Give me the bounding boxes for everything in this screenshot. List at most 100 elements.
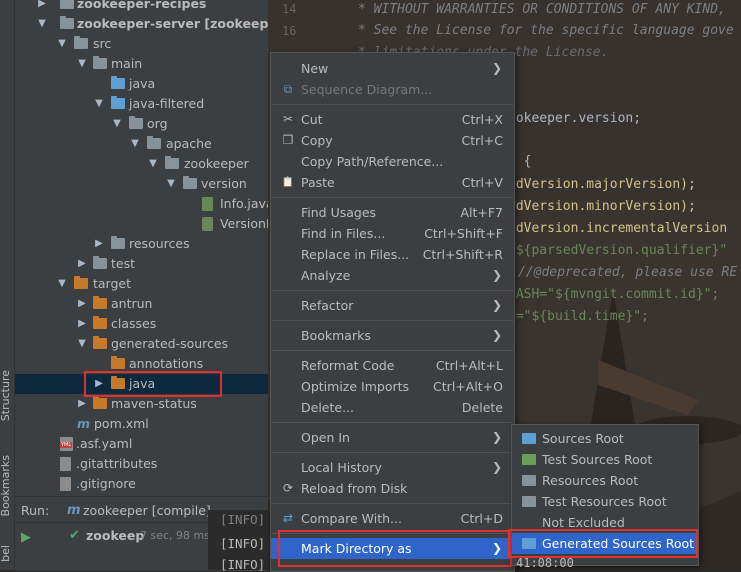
code-line: HASH="${mvngit.commit.id}"; <box>508 287 720 302</box>
chevron-down-icon[interactable]: ▼ <box>57 34 67 54</box>
submenu-item-resources-root[interactable]: Resources Root <box>512 470 698 491</box>
chevron-down-icon[interactable]: ▼ <box>130 134 140 154</box>
tree-item-label: .asf.yaml <box>76 436 133 451</box>
tree-item-info-java[interactable]: Info.java <box>15 194 268 214</box>
chevron-right-icon[interactable]: ▶ <box>77 254 87 274</box>
tree-item-label: zookeeper-recipes <box>77 0 207 11</box>
run-task-name[interactable]: zookeep <box>86 528 144 543</box>
tree-item-zookeeper-server[interactable]: ▼ zookeeper-server [zookeeper] <box>15 14 268 34</box>
tree-item-src[interactable]: ▼ src <box>15 34 268 54</box>
menu-item-analyze[interactable]: Analyze ❯ <box>271 265 514 286</box>
structure-tab[interactable]: Structure <box>0 370 12 421</box>
tree-item-gitattributes[interactable]: .gitattributes <box>15 454 268 474</box>
menu-item-new[interactable]: New ❯ <box>271 58 514 79</box>
clipboard-icon: 📋 <box>281 177 295 188</box>
menu-item-delete[interactable]: Delete... Delete <box>271 397 514 418</box>
tree-item-zookeeper-package[interactable]: ▼ zookeeper <box>15 154 268 174</box>
menu-item-reload-from-disk[interactable]: ⟳ Reload from Disk <box>271 478 514 499</box>
run-tab-label[interactable]: zookeeper [compile] <box>83 503 211 518</box>
bookmarks-tab[interactable]: Bookmarks <box>0 455 12 516</box>
tree-item-org[interactable]: ▼ org <box>15 114 268 134</box>
tree-item-test[interactable]: ▶ test <box>15 254 268 274</box>
submenu-item-test-resources-root[interactable]: Test Resources Root <box>512 491 698 512</box>
menu-item-label: Local History <box>301 460 382 475</box>
chevron-right-icon[interactable]: ▶ <box>37 0 47 14</box>
tree-item-version[interactable]: ▼ version <box>15 174 268 194</box>
tree-item-java-filtered[interactable]: ▼ java-filtered <box>15 94 268 114</box>
test-resources-root-icon <box>522 496 536 507</box>
menu-item-label: Copy Path/Reference... <box>301 154 444 169</box>
copy-icon: ❐ <box>282 133 294 147</box>
menu-item-local-history[interactable]: Local History ❯ <box>271 457 514 478</box>
tree-item-label: maven-status <box>111 396 197 411</box>
menu-item-label: Reload from Disk <box>301 481 408 496</box>
tree-item-asf-yaml[interactable]: YML .asf.yaml <box>15 434 268 454</box>
menu-item-open-in[interactable]: Open In ❯ <box>271 427 514 448</box>
tree-item-maven-status[interactable]: ▶ maven-status <box>15 394 268 414</box>
tree-item-label: target <box>93 276 132 291</box>
console-timestamp: 41:08:00 <box>516 556 574 570</box>
menu-item-sequence-diagram: ⧉ Sequence Diagram... <box>271 79 514 100</box>
tree-item-generated-sources[interactable]: ▼ generated-sources <box>15 334 268 354</box>
tree-item-label: classes <box>111 316 157 331</box>
excluded-folder-icon <box>74 276 88 289</box>
chevron-right-icon[interactable]: ▶ <box>94 234 104 254</box>
menu-item-refactor[interactable]: Refactor ❯ <box>271 295 514 316</box>
tree-item-classes[interactable]: ▶ classes <box>15 314 268 334</box>
menu-separator <box>272 503 513 504</box>
menu-item-copy[interactable]: ❐ Copy Ctrl+C <box>271 130 514 151</box>
tree-item-label: .gitattributes <box>76 456 158 471</box>
chevron-down-icon[interactable]: ▼ <box>94 94 104 114</box>
menu-item-bookmarks[interactable]: Bookmarks ❯ <box>271 325 514 346</box>
menu-separator <box>272 290 513 291</box>
chevron-down-icon[interactable]: ▼ <box>77 334 87 354</box>
tree-item-label: java-filtered <box>129 96 205 111</box>
tree-item-label: main <box>111 56 143 71</box>
tree-item-zookeeper-recipes[interactable]: ▶ zookeeper-recipes <box>15 0 268 14</box>
menu-item-cut[interactable]: ✂ Cut Ctrl+X <box>271 109 514 130</box>
module-folder-icon <box>60 16 74 29</box>
chevron-down-icon[interactable]: ▼ <box>112 114 122 134</box>
source-root-icon <box>522 433 536 444</box>
chevron-right-icon[interactable]: ▶ <box>77 314 87 334</box>
menu-item-find-usages[interactable]: Find Usages Alt+F7 <box>271 202 514 223</box>
tree-item-pom-xml[interactable]: m pom.xml <box>15 414 268 434</box>
submenu-item-test-sources-root[interactable]: Test Sources Root <box>512 449 698 470</box>
chevron-right-icon[interactable]: ▶ <box>77 394 87 414</box>
tree-item-antrun[interactable]: ▶ antrun <box>15 294 268 314</box>
tree-item-java-source[interactable]: java <box>15 74 268 94</box>
menu-item-compare-with[interactable]: ⇄ Compare With... Ctrl+D <box>271 508 514 529</box>
run-console[interactable]: [INFO] [INFO] [INFO] <box>208 510 268 572</box>
package-icon <box>129 116 143 129</box>
run-play-icon[interactable]: ▶ <box>21 530 31 545</box>
menu-item-reformat-code[interactable]: Reformat Code Ctrl+Alt+L <box>271 355 514 376</box>
chevron-down-icon[interactable]: ▼ <box>37 14 47 34</box>
menu-item-copy-path[interactable]: Copy Path/Reference... <box>271 151 514 172</box>
tree-item-target[interactable]: ▼ target <box>15 274 268 294</box>
tree-item-label: org <box>147 116 168 131</box>
tree-item-resources[interactable]: ▶ resources <box>15 234 268 254</box>
menu-item-label: Paste <box>301 175 335 190</box>
package-icon <box>165 156 179 169</box>
menu-item-replace-in-files[interactable]: Replace in Files... Ctrl+Shift+R <box>271 244 514 265</box>
chevron-down-icon[interactable]: ▼ <box>77 54 87 74</box>
chevron-down-icon[interactable]: ▼ <box>57 274 67 294</box>
submenu-item-sources-root[interactable]: Sources Root <box>512 428 698 449</box>
chevron-right-icon[interactable]: ▶ <box>77 294 87 314</box>
menu-item-optimize-imports[interactable]: Optimize Imports Ctrl+Alt+O <box>271 376 514 397</box>
maven-icon: m <box>77 416 91 431</box>
tree-item-main[interactable]: ▼ main <box>15 54 268 74</box>
submenu-item-label: Test Resources Root <box>542 494 667 509</box>
tree-item-versioninfo[interactable]: VersionI <box>15 214 268 234</box>
tree-item-gitignore[interactable]: .gitignore <box>15 474 268 494</box>
tree-item-label: generated-sources <box>111 336 229 351</box>
folder-icon <box>93 56 107 69</box>
label-tab-cut[interactable]: bel <box>0 545 12 562</box>
tree-item-apache[interactable]: ▼ apache <box>15 134 268 154</box>
chevron-down-icon[interactable]: ▼ <box>148 154 158 174</box>
chevron-down-icon[interactable]: ▼ <box>166 174 176 194</box>
menu-item-find-in-files[interactable]: Find in Files... Ctrl+Shift+F <box>271 223 514 244</box>
tree-item-label: test <box>111 256 136 271</box>
menu-item-paste[interactable]: 📋 Paste Ctrl+V <box>271 172 514 193</box>
menu-item-label: Find in Files... <box>301 226 386 241</box>
